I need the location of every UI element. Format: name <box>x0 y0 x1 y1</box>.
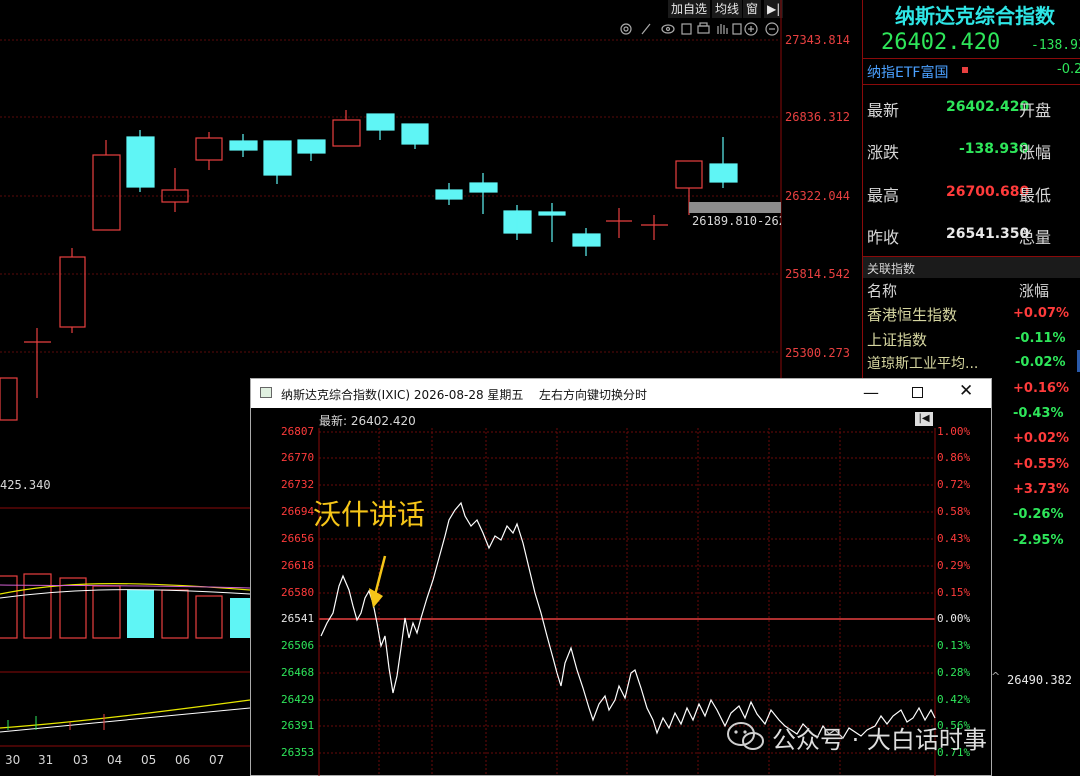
date-label: 05 <box>141 753 157 767</box>
quote-label-high: 最高 <box>867 186 900 205</box>
popup-y-right-label: 0.15% <box>937 586 971 599</box>
low-marker-label: 26189.810-262 <box>692 214 781 228</box>
related-header: 关联指数 <box>863 256 1080 278</box>
right-panel-value: 26490.382 <box>1007 673 1073 687</box>
related-item-change: -0.26% <box>1013 507 1064 522</box>
popup-y-right-label: 0.86% <box>937 451 971 464</box>
popup-y-left-label: 26541 <box>281 612 315 625</box>
popup-y-right-label: 0.13% <box>937 639 971 652</box>
popup-y-right-label: 0.28% <box>937 666 971 679</box>
popup-y-right-label: 0.42% <box>937 693 971 706</box>
candle-group <box>0 110 738 421</box>
popup-y-left-label: 26807 <box>281 425 315 438</box>
quote-label-low: 最低 <box>1019 186 1052 205</box>
popup-y-left-label: 26391 <box>281 719 315 732</box>
etf-marker-icon <box>962 67 968 73</box>
date-label: 06 <box>175 753 191 767</box>
popup-y-left-label: 26506 <box>281 639 315 652</box>
popup-y-left-label: 26618 <box>281 559 315 572</box>
related-item-change: +3.73% <box>1013 482 1069 497</box>
related-item-change: +0.16% <box>1013 381 1069 396</box>
close-icon[interactable]: ✕ <box>959 381 973 401</box>
popup-y-right-label: 0.58% <box>937 505 971 518</box>
wechat-icon <box>727 722 764 750</box>
popup-y-right-label: 0.43% <box>937 532 971 545</box>
related-item-change: +0.07% <box>1013 306 1069 321</box>
index-title: 纳斯达克综合指数 <box>895 4 1055 28</box>
date-label: 04 <box>107 753 123 767</box>
indicator-lines <box>0 699 251 733</box>
watermark-text: 公众号 · 大白话时事 <box>772 726 987 754</box>
y-axis-label: 26836.312 <box>785 110 851 124</box>
date-label: 03 <box>73 753 89 767</box>
related-item-change: +0.55% <box>1013 457 1069 472</box>
left-value-label: 425.340 <box>0 478 51 492</box>
related-item-change: -0.02% <box>1015 355 1066 370</box>
quote-label-change-pct: 涨幅 <box>1019 143 1052 162</box>
popup-y-left-label: 26656 <box>281 532 315 545</box>
related-item-change: -0.43% <box>1013 406 1064 421</box>
window-app-icon <box>260 387 272 398</box>
related-item-name[interactable]: 道琼斯工业平均... <box>867 353 1007 373</box>
popup-y-right-label: 0.72% <box>937 478 971 491</box>
y-axis-label: 25300.273 <box>785 346 851 360</box>
related-item-name[interactable]: 香港恒生指数 <box>867 304 957 325</box>
popup-y-right-label: 1.00% <box>937 425 971 438</box>
quote-label-open: 开盘 <box>1019 101 1052 120</box>
y-axis-label: 26322.044 <box>785 189 851 203</box>
popup-y-left-label: 26770 <box>281 451 315 464</box>
volume-bars <box>0 573 251 639</box>
related-item-change: -0.11% <box>1015 331 1066 346</box>
index-change: -138.93 <box>1031 38 1080 53</box>
related-col-change: 涨幅 <box>1019 282 1050 300</box>
quote-label-change: 涨跌 <box>867 143 900 162</box>
related-title: 关联指数 <box>867 262 916 276</box>
popup-y-left-label: 26580 <box>281 586 315 599</box>
y-axis-label: 25814.542 <box>785 267 851 281</box>
etf-change: -0.2 <box>1057 62 1080 77</box>
popup-y-left-label: 26694 <box>281 505 315 518</box>
related-item-change: +0.02% <box>1013 431 1069 446</box>
popup-y-right-label: 0.00% <box>937 612 971 625</box>
annotation-arrow-icon <box>369 555 387 608</box>
date-label: 31 <box>38 753 54 767</box>
quote-label-latest: 最新 <box>867 101 900 120</box>
popup-y-left-label: 26353 <box>281 746 315 759</box>
quote-label-prev-close: 昨收 <box>867 228 900 247</box>
popup-y-left-label: 26429 <box>281 693 315 706</box>
popup-y-right-label: 0.29% <box>937 559 971 572</box>
y-axis-label: 27343.814 <box>785 33 851 47</box>
low-marker-bar <box>689 202 781 213</box>
etf-link[interactable]: 纳指ETF富国 <box>867 62 948 82</box>
date-label: 07 <box>209 753 225 767</box>
related-item-change: -2.95% <box>1013 533 1064 548</box>
quote-value-prev-close: 26541.350 <box>946 226 1030 242</box>
minimize-icon[interactable]: — <box>863 383 879 402</box>
popup-title-bar[interactable]: 纳斯达克综合指数(IXIC) 2026-08-28 星期五 左右方向键切换分时 … <box>251 379 991 408</box>
maximize-icon[interactable] <box>912 387 923 398</box>
quote-value-latest: 26402.420 <box>946 99 1030 115</box>
index-price: 26402.420 <box>881 30 1001 55</box>
quote-label-volume: 总量 <box>1019 228 1052 247</box>
popup-y-left-label: 26468 <box>281 666 315 679</box>
related-item-name[interactable]: 上证指数 <box>867 329 927 350</box>
quote-value-high: 26700.680 <box>946 184 1030 200</box>
popup-title: 纳斯达克综合指数(IXIC) 2026-08-28 星期五 <box>281 388 524 402</box>
date-label: 30 <box>5 753 21 767</box>
speech-annotation: 沃什讲话 <box>313 498 426 531</box>
chevron-up-icon[interactable]: ^ <box>991 670 1000 683</box>
popup-y-left-label: 26732 <box>281 478 315 491</box>
intraday-popup-window[interactable]: 纳斯达克综合指数(IXIC) 2026-08-28 星期五 左右方向键切换分时 … <box>250 378 992 776</box>
related-col-name: 名称 <box>867 282 898 300</box>
popup-hint: 左右方向键切换分时 <box>539 388 648 402</box>
intraday-price-line <box>320 501 936 740</box>
